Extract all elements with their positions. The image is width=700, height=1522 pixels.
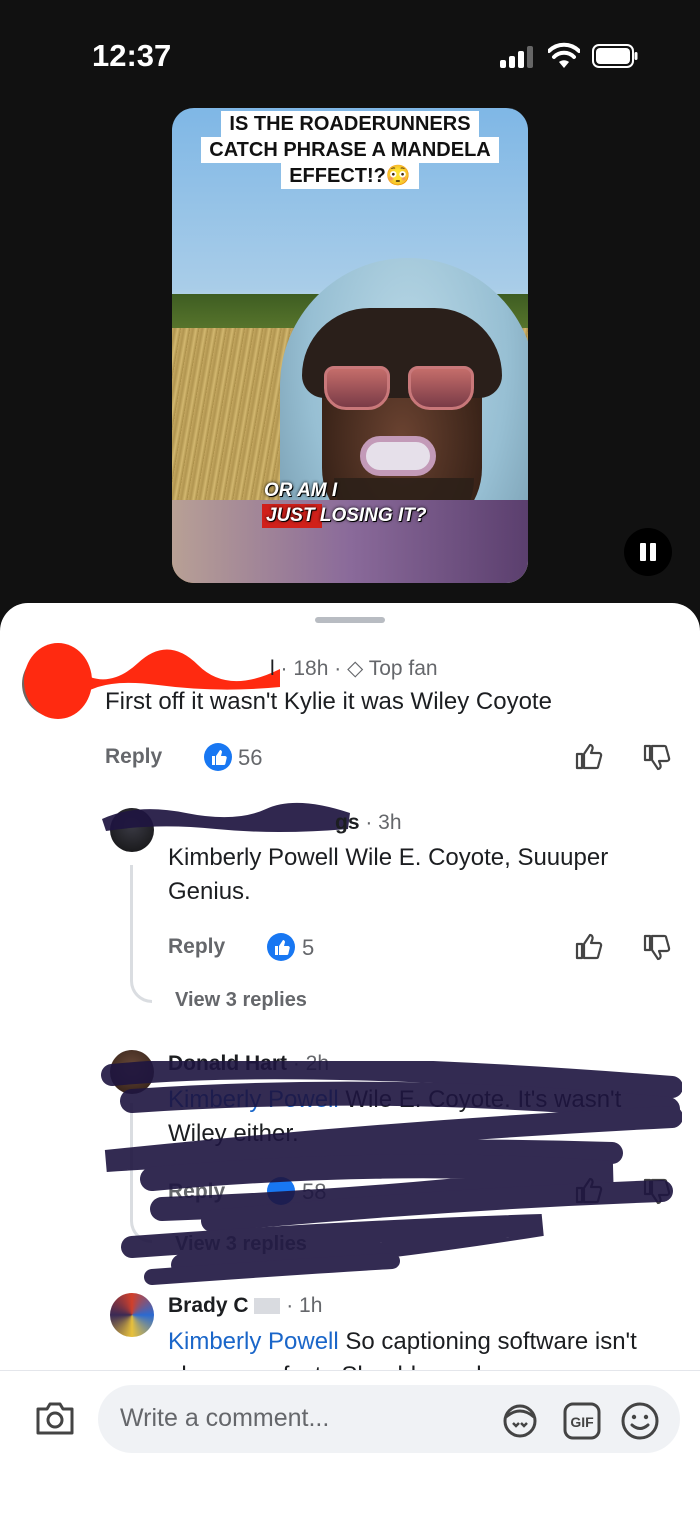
reply-button[interactable]: Reply [105, 745, 162, 769]
pause-icon[interactable] [624, 528, 672, 576]
video-area: IS THE ROADERUNNERS CATCH PHRASE A MANDE… [0, 90, 700, 620]
gif-icon[interactable]: GIF [562, 1401, 602, 1441]
comment-text: First off it wasn't Kylie it was Wiley C… [105, 688, 552, 715]
signal-icon [500, 46, 538, 68]
comment-time: · 18h · [280, 657, 342, 680]
status-time: 12:37 [92, 38, 172, 73]
avatar[interactable] [110, 1293, 154, 1337]
thumbs-up-icon[interactable] [574, 741, 604, 771]
comment-input[interactable]: Write a comment... GIF [98, 1385, 680, 1453]
author-name: Brady C [168, 1294, 249, 1317]
comment-composer: Write a comment... GIF [0, 1370, 700, 1522]
like-count: 5 [302, 935, 315, 960]
comment-placeholder: Write a comment... [120, 1404, 330, 1432]
author-name: gs [335, 811, 360, 834]
comment-time: · 3h [365, 811, 402, 834]
thread-line [130, 865, 152, 1003]
redaction-scribble [101, 1061, 682, 1285]
thumbs-down-icon[interactable] [642, 933, 672, 963]
view-replies-link[interactable]: View 3 replies [175, 989, 307, 1012]
emoji-icon[interactable] [620, 1401, 660, 1441]
video-player[interactable]: IS THE ROADERUNNERS CATCH PHRASE A MANDE… [172, 108, 528, 583]
comment-meta: gs · 3h [335, 811, 402, 835]
redaction-scribble [102, 802, 350, 832]
comment-meta: Brady C · 1h [168, 1294, 322, 1318]
battery-icon [592, 44, 638, 68]
thumbs-down-icon[interactable] [642, 743, 672, 773]
comment-time: · 1h [286, 1294, 323, 1317]
video-title: IS THE ROADERUNNERS CATCH PHRASE A MANDE… [172, 111, 528, 189]
diamond-icon: ◇ [347, 657, 364, 680]
like-icon [204, 743, 232, 771]
author-name: l [270, 657, 275, 680]
video-subtitle: JUST LOSING IT? [262, 504, 431, 528]
comment-text: Kimberly Powell Wile E. Coyote, Suuuper … [168, 844, 609, 905]
svg-text:GIF: GIF [570, 1414, 594, 1430]
thumbs-up-icon[interactable] [574, 931, 604, 961]
reply-button[interactable]: Reply [168, 935, 225, 959]
avatar-sticker-icon[interactable] [500, 1401, 540, 1441]
like-icon [267, 933, 295, 961]
video-title-line: IS THE ROADERUNNERS [221, 111, 479, 137]
video-subtitle: OR AM I [264, 480, 338, 501]
wifi-icon [548, 42, 580, 68]
video-title-line: EFFECT!?😳 [281, 163, 419, 189]
camera-icon[interactable] [34, 1399, 76, 1437]
comment-meta: l · 18h · ◇ Top fan [270, 656, 438, 681]
top-fan-badge: Top fan [368, 657, 438, 680]
video-title-line: CATCH PHRASE A MANDELA [201, 137, 499, 163]
like-count: 56 [238, 745, 263, 770]
sheet-grabber[interactable] [315, 617, 385, 623]
mention-link[interactable]: Kimberly Powell [168, 1328, 339, 1355]
redaction-block [254, 1298, 281, 1315]
